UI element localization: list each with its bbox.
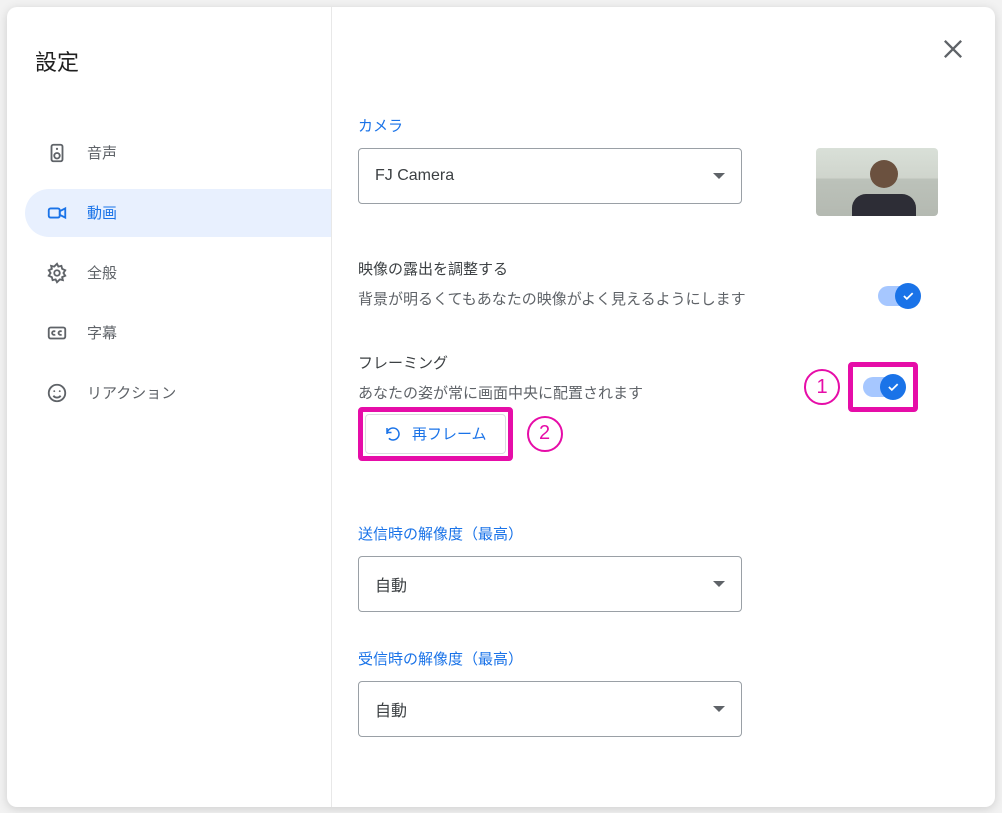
video-camera-icon	[45, 201, 69, 225]
camera-row: FJ Camera	[358, 148, 955, 216]
chevron-down-icon	[713, 581, 725, 587]
framing-desc: あなたの姿が常に画面中央に配置されます	[358, 381, 643, 407]
receive-resolution-section: 受信時の解像度（最高） 自動	[358, 648, 955, 737]
sidebar-item-label: 字幕	[87, 322, 117, 343]
sidebar-item-reactions[interactable]: リアクション	[25, 369, 331, 417]
annotation-1: 1	[804, 369, 840, 405]
exposure-desc: 背景が明るくてもあなたの映像がよく見えるようにします	[358, 287, 746, 313]
reframe-label: 再フレーム	[412, 423, 487, 444]
speaker-icon	[45, 141, 69, 165]
check-icon	[901, 289, 915, 303]
sidebar-item-label: リアクション	[87, 382, 176, 403]
settings-dialog: 設定 音声 動画 全般 字幕	[7, 7, 995, 807]
framing-title: フレーミング	[358, 352, 643, 373]
sidebar: 設定 音声 動画 全般 字幕	[7, 7, 332, 807]
exposure-toggle[interactable]	[878, 286, 918, 306]
annotation-2: 2	[527, 416, 563, 452]
sidebar-item-general[interactable]: 全般	[25, 249, 331, 297]
send-resolution-select[interactable]: 自動	[358, 556, 742, 612]
sidebar-item-label: 全般	[87, 262, 117, 283]
sidebar-item-label: 音声	[87, 142, 117, 163]
send-resolution-heading: 送信時の解像度（最高）	[358, 523, 955, 544]
sidebar-item-video[interactable]: 動画	[25, 189, 331, 237]
refresh-icon	[384, 425, 402, 443]
exposure-setting-row: 映像の露出を調整する 背景が明るくてもあなたの映像がよく見えるようにします	[358, 258, 918, 313]
closed-caption-icon	[45, 321, 69, 345]
gear-icon	[45, 261, 69, 285]
callout-frame-2: 再フレーム	[358, 407, 513, 461]
send-resolution-section: 送信時の解像度（最高） 自動	[358, 523, 955, 612]
chevron-down-icon	[713, 173, 725, 179]
framing-setting-row: フレーミング あなたの姿が常に画面中央に配置されます 再フレーム 2 1	[358, 352, 918, 461]
content-area: カメラ FJ Camera 映像の露出を調整する 背景が明るくてもあなたの映像が…	[332, 7, 995, 807]
callout-frame-1	[848, 362, 918, 412]
receive-resolution-value: 自動	[375, 697, 407, 721]
check-icon	[886, 380, 900, 394]
sidebar-item-audio[interactable]: 音声	[25, 129, 331, 177]
camera-preview	[816, 148, 938, 216]
receive-resolution-heading: 受信時の解像度（最高）	[358, 648, 955, 669]
sidebar-item-captions[interactable]: 字幕	[25, 309, 331, 357]
sidebar-item-label: 動画	[87, 202, 117, 223]
reframe-button[interactable]: 再フレーム	[365, 414, 506, 454]
camera-heading: カメラ	[358, 115, 955, 136]
receive-resolution-select[interactable]: 自動	[358, 681, 742, 737]
page-title: 設定	[35, 45, 331, 77]
exposure-title: 映像の露出を調整する	[358, 258, 746, 279]
camera-select[interactable]: FJ Camera	[358, 148, 742, 204]
send-resolution-value: 自動	[375, 572, 407, 596]
camera-select-value: FJ Camera	[375, 167, 454, 185]
framing-toggle[interactable]	[863, 377, 903, 397]
smiley-icon	[45, 381, 69, 405]
chevron-down-icon	[713, 706, 725, 712]
